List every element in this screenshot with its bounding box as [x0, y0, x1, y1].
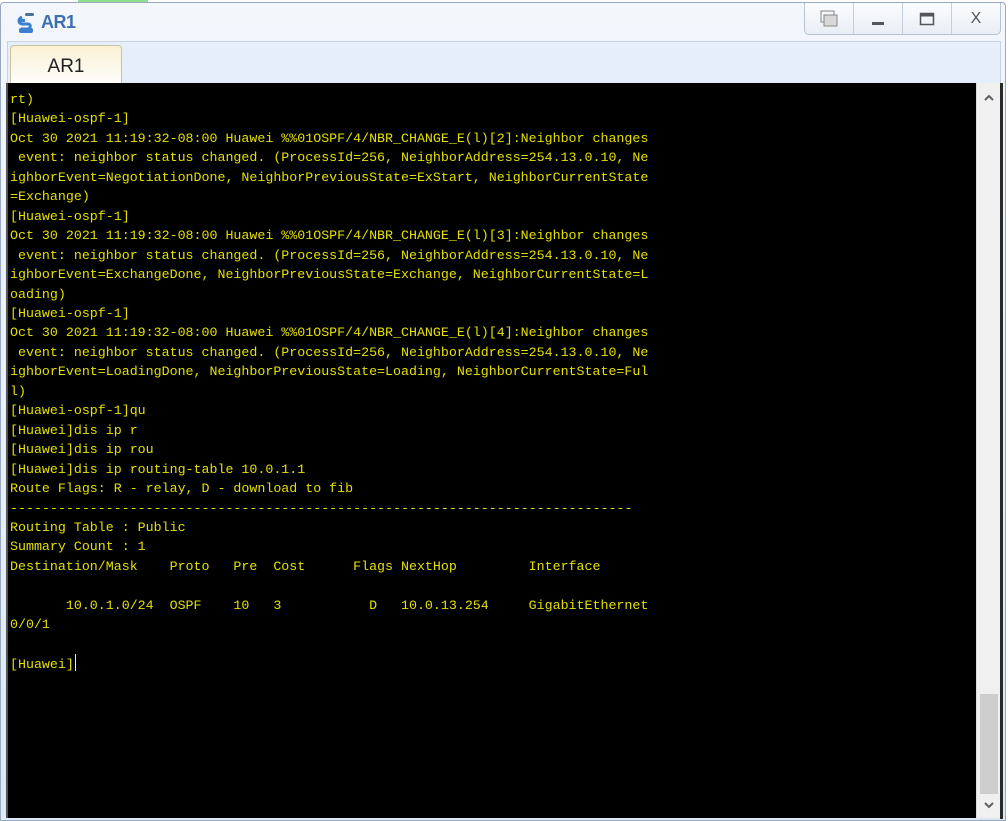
chevron-up-icon [983, 94, 994, 101]
text-cursor [74, 654, 76, 672]
minimize-icon [872, 21, 884, 25]
console-line: ighborEvent=LoadingDone, NeighborPreviou… [10, 364, 649, 380]
tab-bar: AR1 [7, 41, 1001, 87]
scroll-up-button[interactable] [977, 87, 1000, 109]
console-line: 0/0/1 [10, 617, 50, 633]
console-line: [Huawei-ospf-1] [10, 111, 130, 127]
console-line: [Huawei]dis ip routing-table 10.0.1.1 [10, 461, 306, 477]
console-line: Route Flags: R - relay, D - download to … [10, 481, 354, 497]
terminal-console[interactable]: rt) [Huawei-ospf-1] Oct 30 2021 11:19:32… [6, 83, 976, 818]
console-line: [Huawei-ospf-1] [10, 305, 130, 321]
close-icon: X [970, 9, 982, 27]
console-line: Oct 30 2021 11:19:32-08:00 Huawei %%01OS… [10, 130, 649, 146]
console-line: event: neighbor status changed. (Process… [10, 344, 649, 360]
console-line: 10.0.1.0/24 OSPF 10 3 D 10.0.13.254 Giga… [10, 597, 649, 613]
console-line: =Exchange) [10, 189, 90, 205]
console-line: ighborEvent=NegotiationDone, NeighborPre… [10, 169, 649, 185]
console-line: [Huawei-ospf-1] [10, 208, 130, 224]
console-line: rt) [10, 92, 34, 107]
scroll-thumb[interactable] [980, 694, 998, 794]
window-controls: X [804, 3, 1001, 35]
console-line: Destination/Mask Proto Pre Cost Flags Ne… [10, 558, 601, 574]
minimize-button[interactable] [853, 3, 902, 34]
maximize-button[interactable] [902, 3, 951, 34]
console-line: event: neighbor status changed. (Process… [10, 150, 649, 166]
network-device-icon [17, 13, 34, 33]
title-bar[interactable]: AR1 X [1, 3, 1005, 39]
tab-label: AR1 [47, 55, 85, 77]
close-button[interactable]: X [951, 3, 1000, 34]
restore-button[interactable] [805, 3, 853, 34]
console-line: event: neighbor status changed. (Process… [10, 247, 649, 263]
console-line: Routing Table : Public [10, 519, 186, 535]
console-line: Oct 30 2021 11:19:32-08:00 Huawei %%01OS… [10, 325, 649, 341]
console-line: [Huawei]dis ip rou [10, 442, 154, 458]
tab-ar1[interactable]: AR1 [10, 45, 122, 87]
console-line: [Huawei]dis ip r [10, 422, 138, 438]
window-border [1000, 83, 1003, 819]
console-line: ----------------------------------------… [10, 500, 633, 516]
maximize-icon [919, 12, 935, 25]
scroll-down-button[interactable] [977, 794, 1000, 816]
console-line: Summary Count : 1 [10, 539, 146, 555]
console-line: oading) [10, 286, 66, 302]
console-line: [Huawei] [10, 657, 74, 673]
console-line: [Huawei-ospf-1]qu [10, 403, 146, 419]
restore-icon [820, 10, 838, 26]
vertical-scrollbar[interactable] [976, 83, 1000, 818]
console-line: ighborEvent=ExchangeDone, NeighborPrevio… [10, 267, 649, 283]
console-line: Oct 30 2021 11:19:32-08:00 Huawei %%01OS… [10, 228, 649, 244]
console-output: rt) [Huawei-ospf-1] Oct 30 2021 11:19:32… [8, 83, 976, 675]
chevron-down-icon [983, 802, 994, 809]
window-title: AR1 [41, 12, 76, 32]
console-line: l) [10, 383, 26, 399]
